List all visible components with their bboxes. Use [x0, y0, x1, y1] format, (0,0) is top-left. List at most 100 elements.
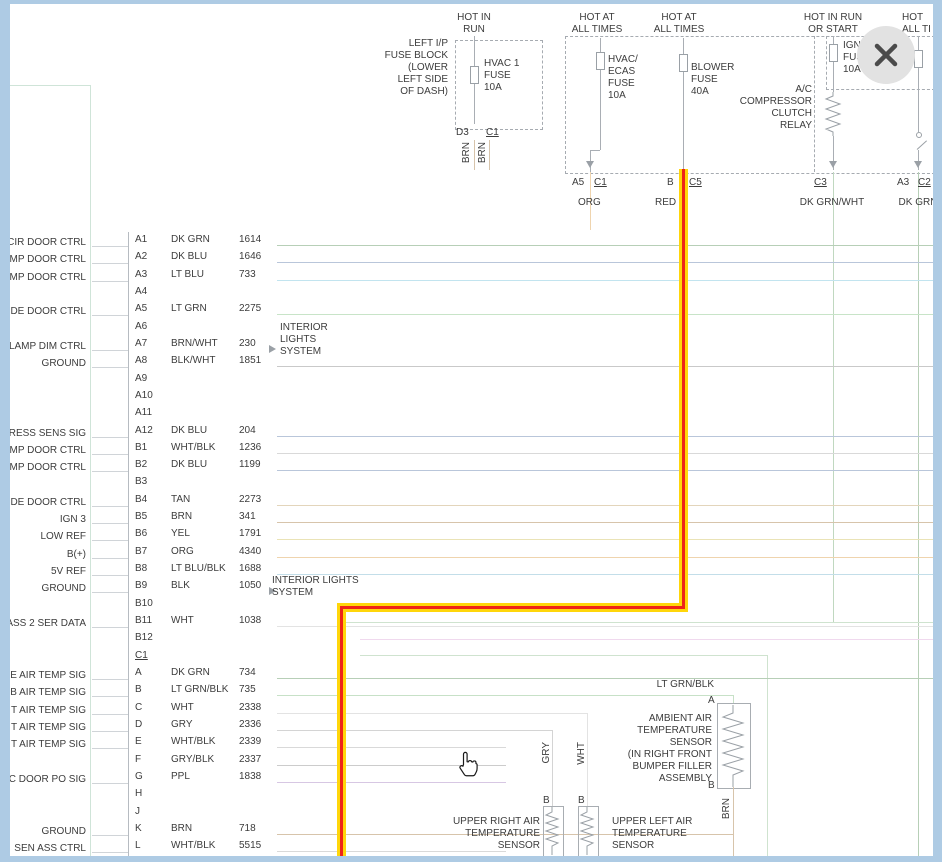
pin-id: B [135, 684, 142, 695]
signal-label-B6: LOW REF [40, 531, 86, 542]
signal-label-A2: MP DOOR CTRL [10, 254, 87, 265]
connector-pin-table: A1DK GRN1614A2DK BLU1646A3LT BLU733A4A5L… [128, 232, 935, 856]
wire-line-B1 [277, 453, 933, 454]
circuit-number: 1851 [239, 355, 261, 366]
circuit-number: 1199 [239, 459, 261, 470]
pin-row-B9: B9BLK1050 [129, 578, 935, 595]
pin-row-B5: B5BRN341 [129, 509, 935, 526]
wire-color: DK GRN [171, 234, 210, 245]
signal-stub [92, 748, 128, 749]
pin-row-A9: A9 [129, 371, 935, 388]
pin-id: B3 [135, 476, 147, 487]
frame-left [0, 0, 10, 862]
circuit-number: 2337 [239, 754, 261, 765]
circuit-number: 1038 [239, 615, 261, 626]
signal-stub [92, 731, 128, 732]
highlighted-wire-red[interactable] [340, 606, 343, 856]
upper-right-sensor-label: UPPER RIGHT AIR TEMPERATURE SENSOR [438, 816, 540, 852]
sensor-pin-b: B [708, 780, 715, 792]
circuit-number: 1236 [239, 442, 261, 453]
circuit-number: 2339 [239, 736, 261, 747]
wire-color: LT GRN/BLK [171, 684, 228, 695]
pin-row-A4: A4 [129, 284, 935, 301]
circuit-number: 733 [239, 269, 256, 280]
signal-label-B4: DE DOOR CTRL [10, 497, 86, 508]
pin-row-A7: A7BRN/WHT230 [129, 336, 935, 353]
exit-connector: C2 [918, 177, 931, 189]
circuit-number: 1838 [239, 771, 261, 782]
wire-color: WHT [171, 702, 194, 713]
pin-row-G: GPPL1838 [129, 769, 935, 786]
pin-id: B11 [135, 615, 152, 626]
pin-row-H: H [129, 786, 935, 803]
frame-bottom[interactable] [0, 856, 942, 862]
wire-color: GRY [171, 719, 193, 730]
circuit-number: 735 [239, 684, 256, 695]
signal-label-column: CIR DOOR CTRLMP DOOR CTRLMP DOOR CTRLDE … [0, 232, 88, 856]
upper-right-sensor-symbol [543, 806, 564, 858]
connector-label-c1: C1 [486, 127, 499, 139]
wire-arrow-down [829, 161, 837, 168]
hvac1-fuse-label: HVAC 1 FUSE 10A [484, 58, 519, 94]
signal-stub [92, 315, 128, 316]
brn-wire [489, 140, 490, 170]
exit-wire-color: ORG [578, 197, 601, 209]
signal-stub [92, 437, 128, 438]
pin-id: A10 [135, 390, 153, 401]
pin-row-A6: A6 [129, 319, 935, 336]
exit-pin: A5 [572, 177, 584, 189]
circuit-number: 4340 [239, 546, 261, 557]
pin-id: B6 [135, 528, 147, 539]
signal-label-B7: B(+) [67, 549, 86, 560]
exit-pin: A3 [897, 177, 909, 189]
signal-stub [92, 592, 128, 593]
wire-color: YEL [171, 528, 190, 539]
highlighted-wire-red[interactable] [340, 606, 685, 609]
brn-wire [733, 787, 734, 856]
pin-row-B8: B8LT BLU/BLK1688 [129, 561, 935, 578]
signal-label-L: SEN ASS CTRL [14, 843, 86, 854]
left-fuse-block-caption: LEFT I/P FUSE BLOCK (LOWER LEFT SIDE OF … [330, 38, 448, 98]
power-feed-label: HOT IN RUN [434, 12, 514, 36]
signal-label-B1: MP DOOR CTRL [10, 445, 87, 456]
wire-line-B6 [277, 539, 933, 540]
pin-row-B11: B11WHT1038 [129, 613, 935, 630]
signal-label-B8: 5V REF [51, 566, 86, 577]
pin-row-A2: A2DK BLU1646 [129, 249, 935, 266]
circuit-number: 2275 [239, 303, 261, 314]
interior-lights-note: INTERIOR LIGHTS SYSTEM [272, 575, 359, 599]
signal-label-B9: GROUND [42, 583, 86, 594]
circuit-number: 1688 [239, 563, 261, 574]
pin-row-E: EWHT/BLK2339 [129, 734, 935, 751]
signal-label-K: GROUND [42, 826, 86, 837]
pin-id: F [135, 754, 141, 765]
wire-line-E [277, 747, 506, 748]
exit-wire-color: RED [655, 197, 676, 209]
close-button[interactable] [857, 26, 915, 84]
fuse-symbol [596, 52, 605, 70]
signal-label-B11: ASS 2 SER DATA [6, 618, 86, 629]
wire-color-label-brn: BRN [477, 142, 488, 163]
signal-label-B2: MP DOOR CTRL [10, 462, 87, 473]
wire-color: DK BLU [171, 425, 207, 436]
pin-id: C [135, 702, 142, 713]
circuit-number: 1646 [239, 251, 261, 262]
wire-line-A8 [277, 366, 933, 367]
resistor-zigzag [579, 807, 596, 855]
wire-color: BRN [171, 511, 192, 522]
highlighted-wire-red[interactable] [682, 169, 685, 609]
resistor-zigzag [544, 807, 561, 855]
signal-stub [92, 246, 128, 247]
wire-color: DK BLU [171, 251, 207, 262]
signal-stub [92, 540, 128, 541]
module-box-right-edge [90, 85, 91, 856]
wire-color: LT BLU [171, 269, 204, 280]
wire-line-D [277, 730, 553, 731]
fuse-symbol [829, 44, 838, 62]
fuse-symbol [470, 66, 479, 84]
pin-id: B7 [135, 546, 147, 557]
ambient-sensor-symbol [717, 703, 751, 789]
wire-line-A3 [277, 280, 933, 281]
wire-color: BRN [171, 823, 192, 834]
frame-right[interactable] [933, 0, 942, 862]
